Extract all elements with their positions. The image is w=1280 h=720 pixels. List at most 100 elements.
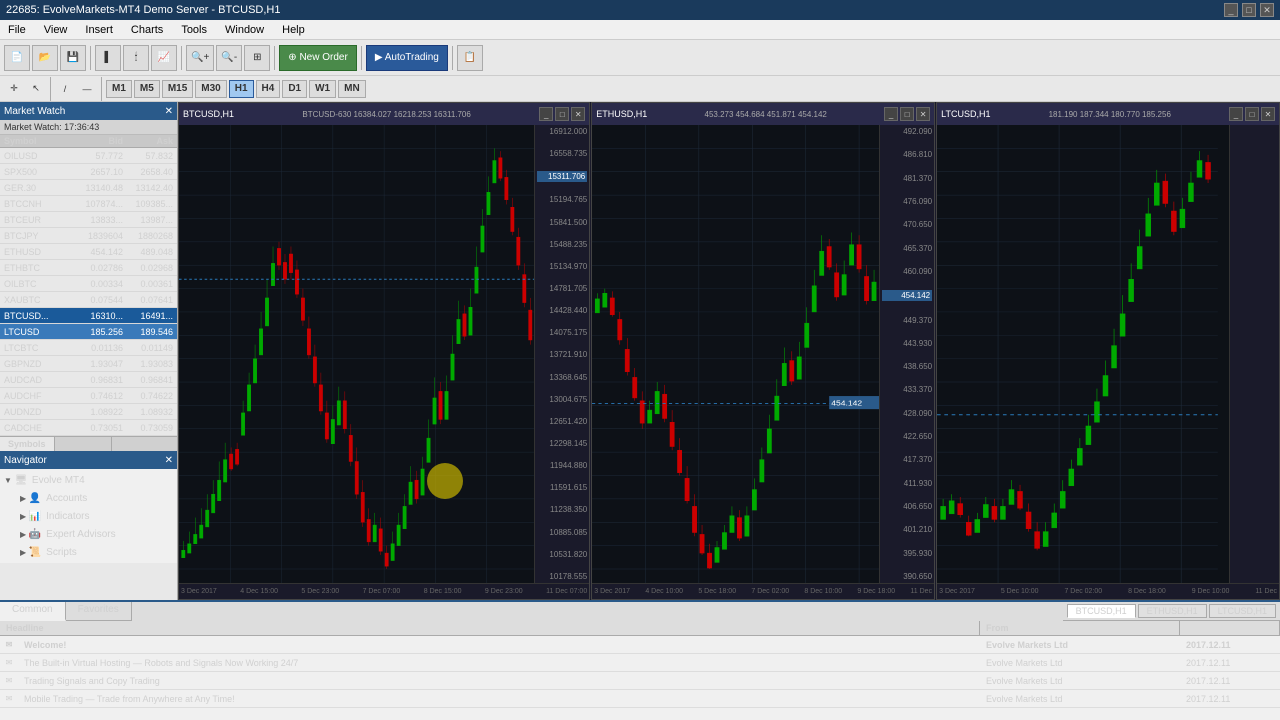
news-row[interactable]: ✉ Trading Signals and Copy Trading Evolv…: [0, 672, 1280, 690]
market-watch-row[interactable]: AUDCAD0.968310.96841: [0, 372, 177, 388]
time-label: 4 Dec 15:00: [240, 588, 278, 595]
news-row[interactable]: ✉ Mobile Trading — Trade from Anywhere a…: [0, 690, 1280, 708]
navigator-item-expert-advisors[interactable]: ▶ 🤖 Expert Advisors: [0, 525, 177, 543]
menu-bar: File View Insert Charts Tools Window Hel…: [0, 20, 1280, 40]
market-watch-row[interactable]: BTCCNH107874...109385...: [0, 196, 177, 212]
tf-w1-button[interactable]: W1: [309, 80, 336, 98]
tf-m30-button[interactable]: M30: [195, 80, 226, 98]
btcusd-close-button[interactable]: ✕: [571, 107, 585, 121]
ethusd-minimize-button[interactable]: _: [884, 107, 898, 121]
market-watch-row[interactable]: LTCUSD185.256189.546: [0, 324, 177, 340]
autotrading-button[interactable]: ▶ AutoTrading: [366, 45, 448, 71]
symbol-name: BTCJPY: [0, 231, 72, 241]
tab-common[interactable]: Common: [0, 602, 66, 621]
market-watch-row[interactable]: LTCBTC0.011360.01149: [0, 340, 177, 356]
market-watch-time: Market Watch: 17:36:43: [0, 120, 177, 135]
market-watch-row[interactable]: BTCUSD...16310...16491...: [0, 308, 177, 324]
btcusd-maximize-button[interactable]: □: [555, 107, 569, 121]
ethusd-maximize-button[interactable]: □: [900, 107, 914, 121]
price-label: 12298.145: [537, 439, 587, 448]
btcusd-chart-body[interactable]: 16912.000 16558.735 15311.706 15194.765 …: [179, 125, 589, 583]
maximize-button[interactable]: □: [1242, 3, 1256, 17]
folder-icon: 🖥: [14, 473, 28, 487]
ltcusd-maximize-button[interactable]: □: [1245, 107, 1259, 121]
market-watch-row[interactable]: ETHUSD454.142489.048: [0, 244, 177, 260]
close-button[interactable]: ✕: [1260, 3, 1274, 17]
grid-button[interactable]: ⊞: [244, 45, 270, 71]
menu-window[interactable]: Window: [221, 24, 268, 36]
mw-tab-symbols[interactable]: Symbols: [0, 437, 55, 451]
market-watch-row[interactable]: XAUBTC0.075440.07641: [0, 292, 177, 308]
market-watch-row[interactable]: BTCJPY18396041880268: [0, 228, 177, 244]
chart-tab-ltcusd[interactable]: LTCUSD,H1: [1209, 604, 1276, 618]
market-watch-row[interactable]: GER.3013140.4813142.40: [0, 180, 177, 196]
toolbar2-separator-2: [101, 77, 102, 101]
nav-label-evolve-mt4: Evolve MT4: [32, 475, 85, 486]
save-button[interactable]: 💾: [60, 45, 86, 71]
open-button[interactable]: 📂: [32, 45, 58, 71]
zoom-out-button[interactable]: 🔍-: [216, 45, 242, 71]
chart-candle-button[interactable]: 🕯: [123, 45, 149, 71]
news-row[interactable]: ✉ The Built-in Virtual Hosting — Robots …: [0, 654, 1280, 672]
tf-mn-button[interactable]: MN: [338, 80, 366, 98]
symbol-name: AUDNZD: [0, 407, 72, 417]
market-watch-row[interactable]: GBPNZD1.930471.93083: [0, 356, 177, 372]
market-watch-row[interactable]: AUDCHF0.746120.74622: [0, 388, 177, 404]
tf-m15-button[interactable]: M15: [162, 80, 193, 98]
time-label: 11 Dec: [910, 588, 932, 595]
new-order-button[interactable]: ⊕ New Order: [279, 45, 357, 71]
market-watch-row[interactable]: CADCHE0.730510.73059: [0, 420, 177, 436]
price-label: 465.370: [882, 244, 932, 253]
symbol-name: GER.30: [0, 183, 72, 193]
navigator-item-scripts[interactable]: ▶ 📜 Scripts: [0, 543, 177, 561]
ltcusd-chart-body[interactable]: [937, 125, 1279, 583]
toolbar-separator-1: [90, 46, 91, 70]
tf-m1-button[interactable]: M1: [106, 80, 132, 98]
menu-tools[interactable]: Tools: [177, 24, 211, 36]
navigator-item-indicators[interactable]: ▶ 📊 Indicators: [0, 507, 177, 525]
crosshair-button[interactable]: ✛: [4, 79, 24, 99]
navigator-item-accounts[interactable]: ▶ 👤 Accounts: [0, 489, 177, 507]
chart-bar-button[interactable]: ▌: [95, 45, 121, 71]
menu-charts[interactable]: Charts: [127, 24, 167, 36]
line-button[interactable]: /: [55, 79, 75, 99]
market-watch-row[interactable]: OILUSD57.77257.832: [0, 148, 177, 164]
arrow-button[interactable]: ↖: [26, 79, 46, 99]
price-label: 11238.350: [537, 505, 587, 514]
price-label: 15488.235: [537, 240, 587, 249]
tab-favorites[interactable]: Favorites: [66, 602, 132, 620]
ethusd-chart-body[interactable]: 454.142 492.090 486.810 481.370 476.090 …: [592, 125, 934, 583]
hline-button[interactable]: —: [77, 79, 97, 99]
market-watch-row[interactable]: BTCEUR13833...13987...: [0, 212, 177, 228]
tf-h4-button[interactable]: H4: [256, 80, 281, 98]
tf-h1-button[interactable]: H1: [229, 80, 254, 98]
tf-d1-button[interactable]: D1: [282, 80, 307, 98]
menu-view[interactable]: View: [40, 24, 72, 36]
chart-tab-btcusd[interactable]: BTCUSD,H1: [1067, 604, 1136, 618]
menu-file[interactable]: File: [4, 24, 30, 36]
chart-tab-ethusd[interactable]: ETHUSD,H1: [1138, 604, 1207, 618]
market-watch-row[interactable]: AUDNZD1.089221.08932: [0, 404, 177, 420]
templates-button[interactable]: 📋: [457, 45, 483, 71]
ltcusd-minimize-button[interactable]: _: [1229, 107, 1243, 121]
ltcusd-close-button[interactable]: ✕: [1261, 107, 1275, 121]
market-watch-row[interactable]: SPX5002657.102658.40: [0, 164, 177, 180]
btcusd-minimize-button[interactable]: _: [539, 107, 553, 121]
chart-line-button[interactable]: 📈: [151, 45, 177, 71]
minimize-button[interactable]: _: [1224, 3, 1238, 17]
time-label: 7 Dec 07:00: [363, 588, 401, 595]
market-watch-row[interactable]: OILBTC0.003340.00361: [0, 276, 177, 292]
new-chart-button[interactable]: 📄: [4, 45, 30, 71]
mw-tab-tick-chart[interactable]: Tick Chart: [55, 437, 113, 451]
navigator-item-evolve-mt4[interactable]: ▼ 🖥 Evolve MT4: [0, 471, 177, 489]
navigator-close[interactable]: ✕: [165, 455, 173, 466]
zoom-in-button[interactable]: 🔍+: [186, 45, 214, 71]
ethusd-close-button[interactable]: ✕: [916, 107, 930, 121]
left-panel: Market Watch ✕ Market Watch: 17:36:43 Sy…: [0, 102, 178, 600]
menu-insert[interactable]: Insert: [81, 24, 117, 36]
menu-help[interactable]: Help: [278, 24, 309, 36]
news-row[interactable]: ✉ Welcome! Evolve Markets Ltd 2017.12.11: [0, 636, 1280, 654]
tf-m5-button[interactable]: M5: [134, 80, 160, 98]
market-watch-row[interactable]: ETHBTC0.027860.02968: [0, 260, 177, 276]
market-watch-close[interactable]: ✕: [165, 106, 173, 117]
